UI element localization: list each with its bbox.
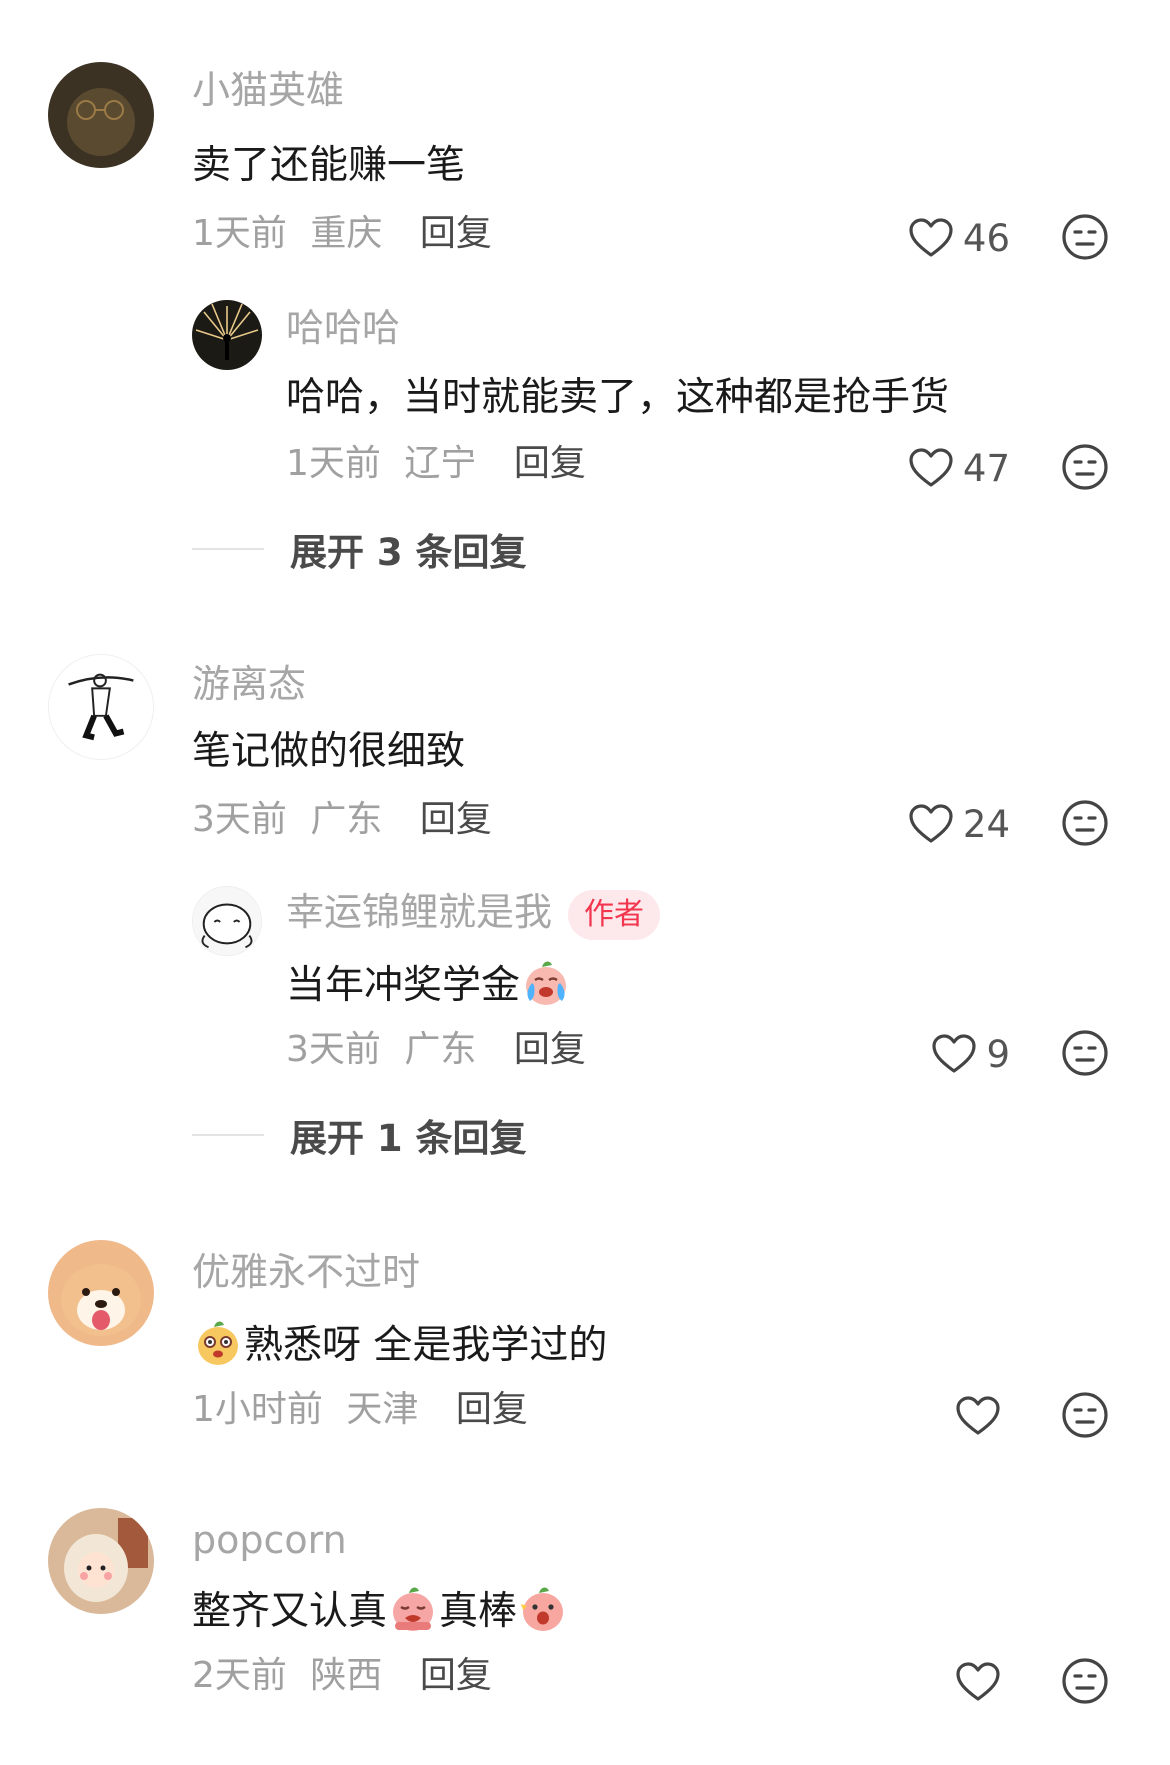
heart-outline-icon xyxy=(907,214,955,262)
reply-meta: 3天前 广东 回复 xyxy=(286,1026,586,1074)
like-count: 46 xyxy=(962,216,1010,260)
reply-meta: 1天前 辽宁 回复 xyxy=(286,440,586,488)
avatar[interactable] xyxy=(48,62,154,168)
comment-text-part1: 整齐又认真 xyxy=(192,1589,388,1634)
comment-text-part2: 真棒 xyxy=(439,1589,518,1634)
username[interactable]: 游离态 xyxy=(192,660,306,708)
divider xyxy=(192,1134,264,1136)
reply-time: 3天前 xyxy=(286,1029,381,1070)
dislike-button[interactable] xyxy=(1060,798,1110,848)
heart-outline-icon xyxy=(954,1392,1002,1440)
comment-text: 卖了还能赚一笔 xyxy=(192,143,466,188)
reply-button[interactable]: 回复 xyxy=(420,213,492,254)
meh-face-icon xyxy=(1060,212,1110,262)
username: 幸运锦鲤就是我 作者 xyxy=(286,888,661,940)
meh-face-icon xyxy=(1060,1656,1110,1706)
shy-emoji-icon xyxy=(387,1582,439,1634)
expand-replies-label: 展开 1 条回复 xyxy=(290,1117,527,1160)
reply-location: 广东 xyxy=(404,1029,477,1070)
meh-face-icon xyxy=(1060,1028,1110,1078)
avatar[interactable] xyxy=(48,654,154,760)
comment-text: 笔记做的很细致 xyxy=(192,729,466,774)
silly-emoji-icon xyxy=(192,1316,244,1368)
wow-emoji-icon xyxy=(517,1582,569,1634)
comment-text: 熟悉呀 全是我学过的 xyxy=(192,1316,607,1372)
username[interactable]: 小猫英雄 xyxy=(192,66,344,114)
username[interactable]: popcorn xyxy=(192,1516,347,1564)
reply-text: 当年冲奖学金 xyxy=(286,956,572,1012)
heart-outline-icon xyxy=(954,1658,1002,1706)
meh-face-icon xyxy=(1060,1390,1110,1440)
reply-time: 1天前 xyxy=(286,443,381,484)
comment-meta: 3天前 广东 回复 xyxy=(192,796,492,844)
like-button[interactable]: 9 xyxy=(890,1028,1010,1080)
username-link[interactable]: 幸运锦鲤就是我 xyxy=(286,890,552,934)
username[interactable]: 哈哈哈 xyxy=(286,304,400,352)
expand-replies-button[interactable]: 展开 1 条回复 xyxy=(192,1108,527,1162)
like-count: 24 xyxy=(962,802,1010,846)
reply-button[interactable]: 回复 xyxy=(456,1389,528,1430)
reply-button[interactable]: 回复 xyxy=(514,1029,586,1070)
reply-button[interactable]: 回复 xyxy=(420,799,492,840)
dislike-button[interactable] xyxy=(1060,1656,1110,1706)
avatar[interactable] xyxy=(48,1508,154,1614)
reply-location: 辽宁 xyxy=(404,443,477,484)
comment-text-content: 熟悉呀 全是我学过的 xyxy=(244,1323,608,1368)
dislike-button[interactable] xyxy=(1060,1390,1110,1440)
dislike-button[interactable] xyxy=(1060,442,1110,492)
like-button[interactable]: 24 xyxy=(890,798,1010,850)
like-button[interactable]: 46 xyxy=(890,212,1010,264)
heart-outline-icon xyxy=(907,444,955,492)
comment-time: 1天前 xyxy=(192,213,287,254)
reply-text-content: 当年冲奖学金 xyxy=(286,963,521,1008)
expand-replies-button[interactable]: 展开 3 条回复 xyxy=(192,522,527,576)
avatar[interactable] xyxy=(48,1240,154,1346)
comment-location: 广东 xyxy=(310,799,383,840)
comment-list: 小猫英雄 卖了还能赚一笔 1天前 重庆 回复 46 哈哈哈 哈哈，当时就能卖了，… xyxy=(0,0,1170,1765)
comment-text: 整齐又认真 真棒 xyxy=(192,1582,569,1638)
heart-outline-icon xyxy=(930,1030,978,1078)
comment-location: 陕西 xyxy=(310,1655,383,1696)
reply-button[interactable]: 回复 xyxy=(514,443,586,484)
expand-replies-label: 展开 3 条回复 xyxy=(290,531,527,574)
comment-time: 1小时前 xyxy=(192,1389,323,1430)
like-count: 47 xyxy=(962,446,1010,490)
username[interactable]: 优雅永不过时 xyxy=(192,1248,420,1296)
meh-face-icon xyxy=(1060,798,1110,848)
dislike-button[interactable] xyxy=(1060,1028,1110,1078)
comment-meta: 1小时前 天津 回复 xyxy=(192,1386,528,1434)
divider xyxy=(192,548,264,550)
like-button[interactable]: 47 xyxy=(890,442,1010,494)
heart-outline-icon xyxy=(907,800,955,848)
comment-meta: 1天前 重庆 回复 xyxy=(192,210,492,258)
comment-meta: 2天前 陕西 回复 xyxy=(192,1652,492,1700)
like-count: 9 xyxy=(986,1032,1010,1076)
comment-time: 3天前 xyxy=(192,799,287,840)
avatar[interactable] xyxy=(192,886,262,956)
comment-location: 天津 xyxy=(346,1389,419,1430)
reply-button[interactable]: 回复 xyxy=(420,1655,492,1696)
crying-emoji-icon xyxy=(520,956,572,1008)
like-button[interactable] xyxy=(890,1656,1010,1708)
dislike-button[interactable] xyxy=(1060,212,1110,262)
reply-text: 哈哈，当时就能卖了，这种都是抢手货 xyxy=(286,375,950,420)
like-button[interactable] xyxy=(890,1390,1010,1442)
meh-face-icon xyxy=(1060,442,1110,492)
comment-time: 2天前 xyxy=(192,1655,287,1696)
author-badge: 作者 xyxy=(568,889,661,940)
comment-location: 重庆 xyxy=(310,213,383,254)
avatar[interactable] xyxy=(192,300,262,370)
